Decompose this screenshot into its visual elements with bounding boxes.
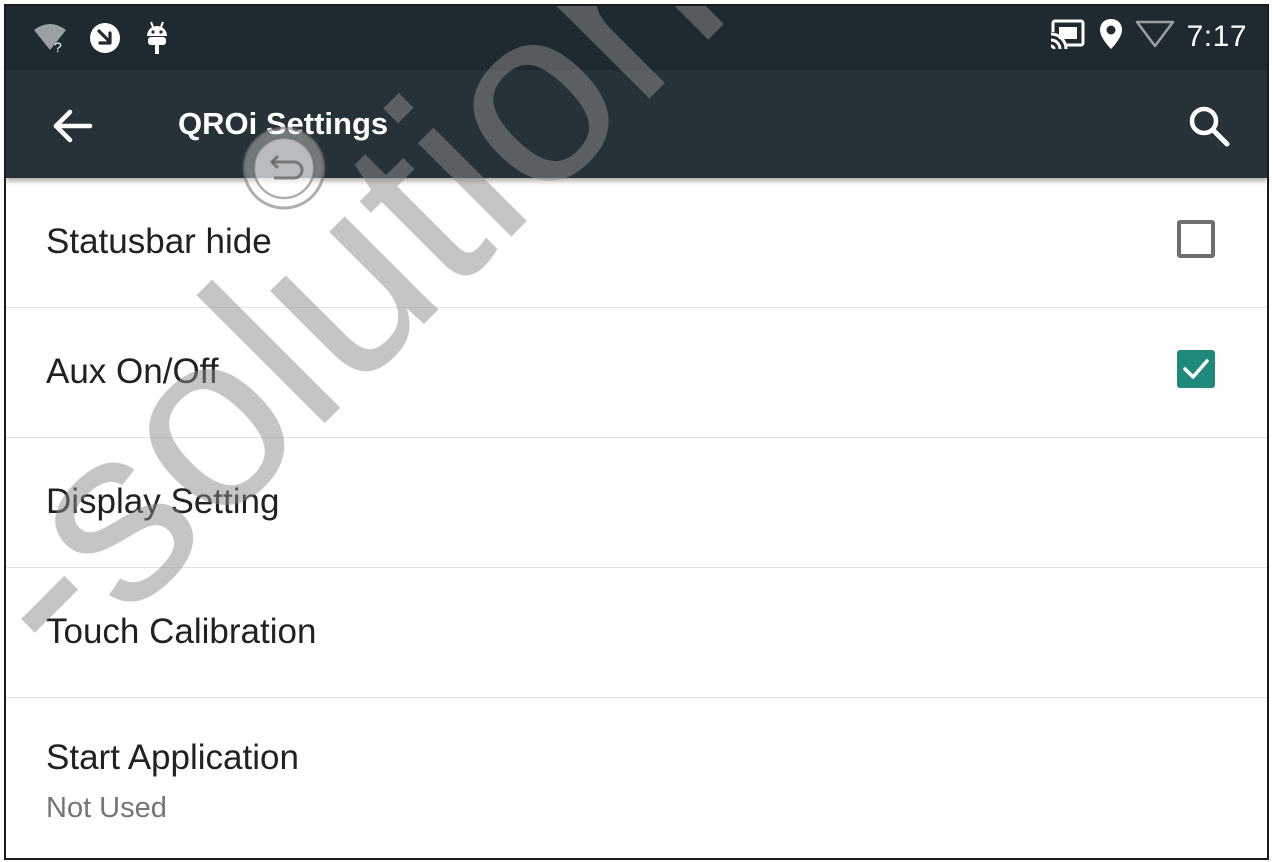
- app-bar: QROi Settings: [6, 70, 1267, 178]
- floating-back-overlay[interactable]: [242, 126, 326, 210]
- setting-touch-calibration[interactable]: Touch Calibration: [6, 568, 1267, 698]
- statusbar-hide-checkbox[interactable]: [1177, 220, 1215, 258]
- signal-icon: [1135, 18, 1175, 55]
- checkmark-icon: [1183, 359, 1209, 379]
- settings-list: Statusbar hide Aux On/Off Display Settin…: [6, 178, 1267, 858]
- location-icon: [1099, 18, 1123, 55]
- setting-display-setting[interactable]: Display Setting: [6, 438, 1267, 568]
- back-button[interactable]: [46, 100, 98, 152]
- android-debug-icon: [142, 20, 172, 61]
- setting-title: Aux On/Off: [46, 352, 219, 391]
- setting-title: Statusbar hide: [46, 222, 272, 261]
- setting-start-application[interactable]: Start Application Not Used: [6, 698, 1267, 858]
- arrow-back-icon: [53, 109, 93, 143]
- notification-arrow-icon: [88, 21, 122, 60]
- setting-aux-on-off[interactable]: Aux On/Off: [6, 308, 1267, 438]
- wifi-unknown-icon: ?: [32, 22, 68, 59]
- app-window: ? 7:17 QROi Settings Statusbar hide Aux …: [4, 4, 1269, 860]
- status-bar: ? 7:17: [6, 6, 1267, 70]
- return-icon: [242, 126, 326, 210]
- status-time: 7:17: [1186, 19, 1247, 53]
- setting-title: Display Setting: [46, 482, 280, 521]
- search-icon: [1189, 106, 1230, 147]
- setting-subtitle: Not Used: [46, 792, 167, 824]
- setting-statusbar-hide[interactable]: Statusbar hide: [6, 178, 1267, 308]
- cast-icon: [1048, 18, 1087, 55]
- setting-title: Start Application: [46, 738, 299, 777]
- setting-title: Touch Calibration: [46, 612, 317, 651]
- svg-text:?: ?: [54, 39, 62, 54]
- status-bar-left-icons: ?: [32, 20, 172, 61]
- status-bar-right-icons: 7:17: [1048, 18, 1247, 55]
- aux-on-off-checkbox[interactable]: [1177, 350, 1215, 388]
- search-button[interactable]: [1183, 100, 1235, 152]
